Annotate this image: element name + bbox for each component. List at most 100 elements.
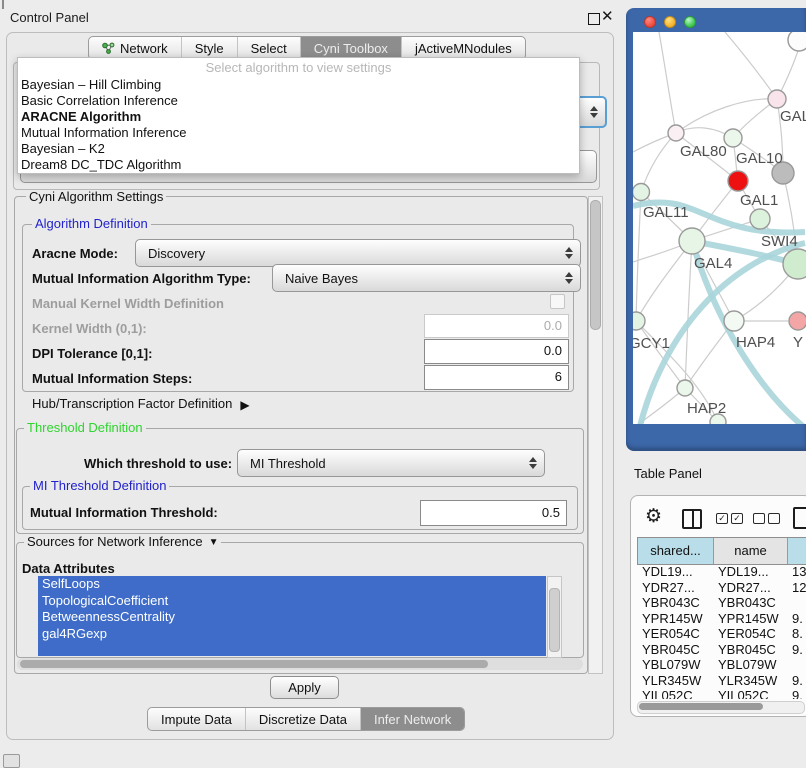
hub-definition-expander[interactable]: Hub/Transcription Factor Definition▶ xyxy=(32,396,250,411)
tab-style[interactable]: Style xyxy=(181,37,237,59)
mi-steps-field[interactable]: 6 xyxy=(424,365,569,390)
network-node[interactable] xyxy=(789,312,806,330)
table-cell: YBL079W xyxy=(713,657,787,673)
attribute-item-gal4rgexp[interactable]: gal4RGexp xyxy=(38,626,546,643)
attribute-item-selfloops[interactable]: SelfLoops xyxy=(38,576,546,593)
dropdown-item-bayesian-hill-climbing[interactable]: Bayesian – Hill Climbing xyxy=(18,77,579,93)
panel-title: Control Panel xyxy=(10,10,89,25)
table-header-row[interactable]: shared...nameA xyxy=(637,537,806,565)
network-node[interactable] xyxy=(679,228,705,254)
dropdown-item-aracne-algorithm[interactable]: ARACNE Algorithm xyxy=(18,109,579,125)
network-node[interactable] xyxy=(724,311,744,331)
combobox-stepper-icon xyxy=(565,247,572,259)
network-edge[interactable] xyxy=(725,32,777,99)
select-all-checkbox-icon[interactable]: ✓ xyxy=(731,513,743,524)
tab-label: Infer Network xyxy=(374,712,451,727)
tab-cyni-toolbox[interactable]: Cyni Toolbox xyxy=(300,37,401,59)
settings-hscrollbar-thumb[interactable] xyxy=(20,660,488,668)
network-node[interactable] xyxy=(783,249,806,279)
network-node[interactable] xyxy=(750,209,770,229)
network-graph[interactable]: GALGAL80GAL10GAL1GAL11SWI4GAL4GCY1HAP4YH… xyxy=(633,32,806,424)
network-edge[interactable] xyxy=(636,192,641,321)
tab-label: Cyni Toolbox xyxy=(314,41,388,56)
deselect-all-checkbox-icon[interactable] xyxy=(768,513,780,524)
tab-select[interactable]: Select xyxy=(237,37,300,59)
table-settings-gear-icon[interactable]: ⚙ xyxy=(645,505,662,528)
collapse-caret-icon[interactable]: ▼ xyxy=(209,536,219,549)
sources-title: Sources for Network Inference ▼ xyxy=(24,535,221,550)
mi-threshold-field[interactable]: 0.5 xyxy=(420,500,567,526)
mi-type-combobox[interactable]: Naive Bayes xyxy=(272,264,581,292)
minimize-traffic-light-icon[interactable] xyxy=(664,16,676,28)
table-row[interactable]: YBR045CYBR045C9. xyxy=(637,642,806,658)
attributes-scrollbar-thumb[interactable] xyxy=(549,588,560,652)
minimized-panel-icon[interactable] xyxy=(3,754,20,768)
close-panel-icon[interactable]: ✕ xyxy=(601,7,614,25)
dropdown-item-bayesian-k2[interactable]: Bayesian – K2 xyxy=(18,141,579,157)
table-hscrollbar-thumb[interactable] xyxy=(639,703,763,710)
table-row[interactable]: YIL052CYIL052C9. xyxy=(637,688,806,699)
settings-vscrollbar-thumb[interactable] xyxy=(590,200,601,330)
dropdown-item-basic-correlation-inference[interactable]: Basic Correlation Inference xyxy=(18,93,579,109)
table-toolbar-icon[interactable] xyxy=(793,507,806,529)
network-edge[interactable] xyxy=(636,241,692,321)
table-row[interactable]: YPR145WYPR145W9. xyxy=(637,611,806,627)
table-cell: YLR345W xyxy=(637,673,713,689)
network-node[interactable] xyxy=(768,90,786,108)
zoom-traffic-light-icon[interactable] xyxy=(684,16,696,28)
column-header-a[interactable]: A xyxy=(788,538,806,564)
expander-arrow-icon: ▶ xyxy=(240,398,249,412)
network-node[interactable] xyxy=(788,32,806,51)
table-row[interactable]: YDR27...YDR27...12 xyxy=(637,580,806,596)
network-node[interactable] xyxy=(677,380,693,396)
data-attributes-list[interactable]: SelfLoopsTopologicalCoefficientBetweenne… xyxy=(38,576,546,656)
tab-discretize-data[interactable]: Discretize Data xyxy=(245,708,360,730)
table-panel-title: Table Panel xyxy=(634,464,702,484)
table-cell: 12 xyxy=(787,580,806,596)
network-node[interactable] xyxy=(728,171,748,191)
column-header-shared-[interactable]: shared... xyxy=(638,538,714,564)
float-panel-icon[interactable] xyxy=(588,13,600,25)
network-edge[interactable] xyxy=(641,133,676,192)
kernel-width-label: Kernel Width (0,1): xyxy=(32,321,147,336)
table-rows[interactable]: YDL19...YDL19...13YDR27...YDR27...12YBR0… xyxy=(637,564,806,699)
table-row[interactable]: YER054CYER054C8. xyxy=(637,626,806,642)
network-canvas[interactable]: GALGAL80GAL10GAL1GAL11SWI4GAL4GCY1HAP4YH… xyxy=(633,32,806,424)
select-all-checkbox-icon[interactable]: ✓ xyxy=(716,513,728,524)
network-node[interactable] xyxy=(633,312,645,330)
network-node-label: GAL10 xyxy=(736,150,783,167)
table-row[interactable]: YLR345WYLR345W9. xyxy=(637,673,806,689)
mi-type-value: Naive Bayes xyxy=(285,271,358,286)
network-edge[interactable] xyxy=(636,321,685,388)
network-edge[interactable] xyxy=(685,241,692,388)
deselect-all-checkbox-icon[interactable] xyxy=(753,513,765,524)
dropdown-placeholder: Select algorithm to view settings xyxy=(18,58,579,77)
attribute-item-topologicalcoefficient[interactable]: TopologicalCoefficient xyxy=(38,593,546,610)
column-layout-icon[interactable] xyxy=(682,509,702,529)
table-row[interactable]: YDL19...YDL19...13 xyxy=(637,564,806,580)
column-header-name[interactable]: name xyxy=(714,538,788,564)
sources-title-text: Sources for Network Inference xyxy=(27,534,203,549)
kernel-width-field[interactable]: 0.0 xyxy=(424,314,569,338)
dpi-tolerance-field[interactable]: 0.0 xyxy=(424,339,569,364)
dropdown-item-dream8-dc-tdc-algorithm[interactable]: Dream8 DC_TDC Algorithm xyxy=(18,157,579,173)
attribute-item-betweennesscentrality[interactable]: BetweennessCentrality xyxy=(38,609,546,626)
aracne-mode-combobox[interactable]: Discovery xyxy=(135,239,581,267)
dropdown-item-mutual-information-inference[interactable]: Mutual Information Inference xyxy=(18,125,579,141)
network-node[interactable] xyxy=(668,125,684,141)
network-edge[interactable] xyxy=(659,32,676,133)
table-row[interactable]: YBL079WYBL079W xyxy=(637,657,806,673)
network-node[interactable] xyxy=(633,184,650,201)
tab-impute-data[interactable]: Impute Data xyxy=(148,708,245,730)
tab-jactivemnodules[interactable]: jActiveMNodules xyxy=(401,37,525,59)
tab-network[interactable]: Network xyxy=(89,37,181,59)
close-traffic-light-icon[interactable] xyxy=(644,16,656,28)
apply-button[interactable]: Apply xyxy=(270,676,339,699)
tab-infer-network[interactable]: Infer Network xyxy=(360,708,464,730)
table-cell: YDL19... xyxy=(713,564,787,580)
network-node-label: GAL1 xyxy=(740,192,778,209)
table-row[interactable]: YBR043CYBR043C xyxy=(637,595,806,611)
manual-kernel-checkbox[interactable] xyxy=(550,294,565,309)
which-threshold-combobox[interactable]: MI Threshold xyxy=(237,449,545,477)
combobox-stepper-icon xyxy=(590,106,597,118)
